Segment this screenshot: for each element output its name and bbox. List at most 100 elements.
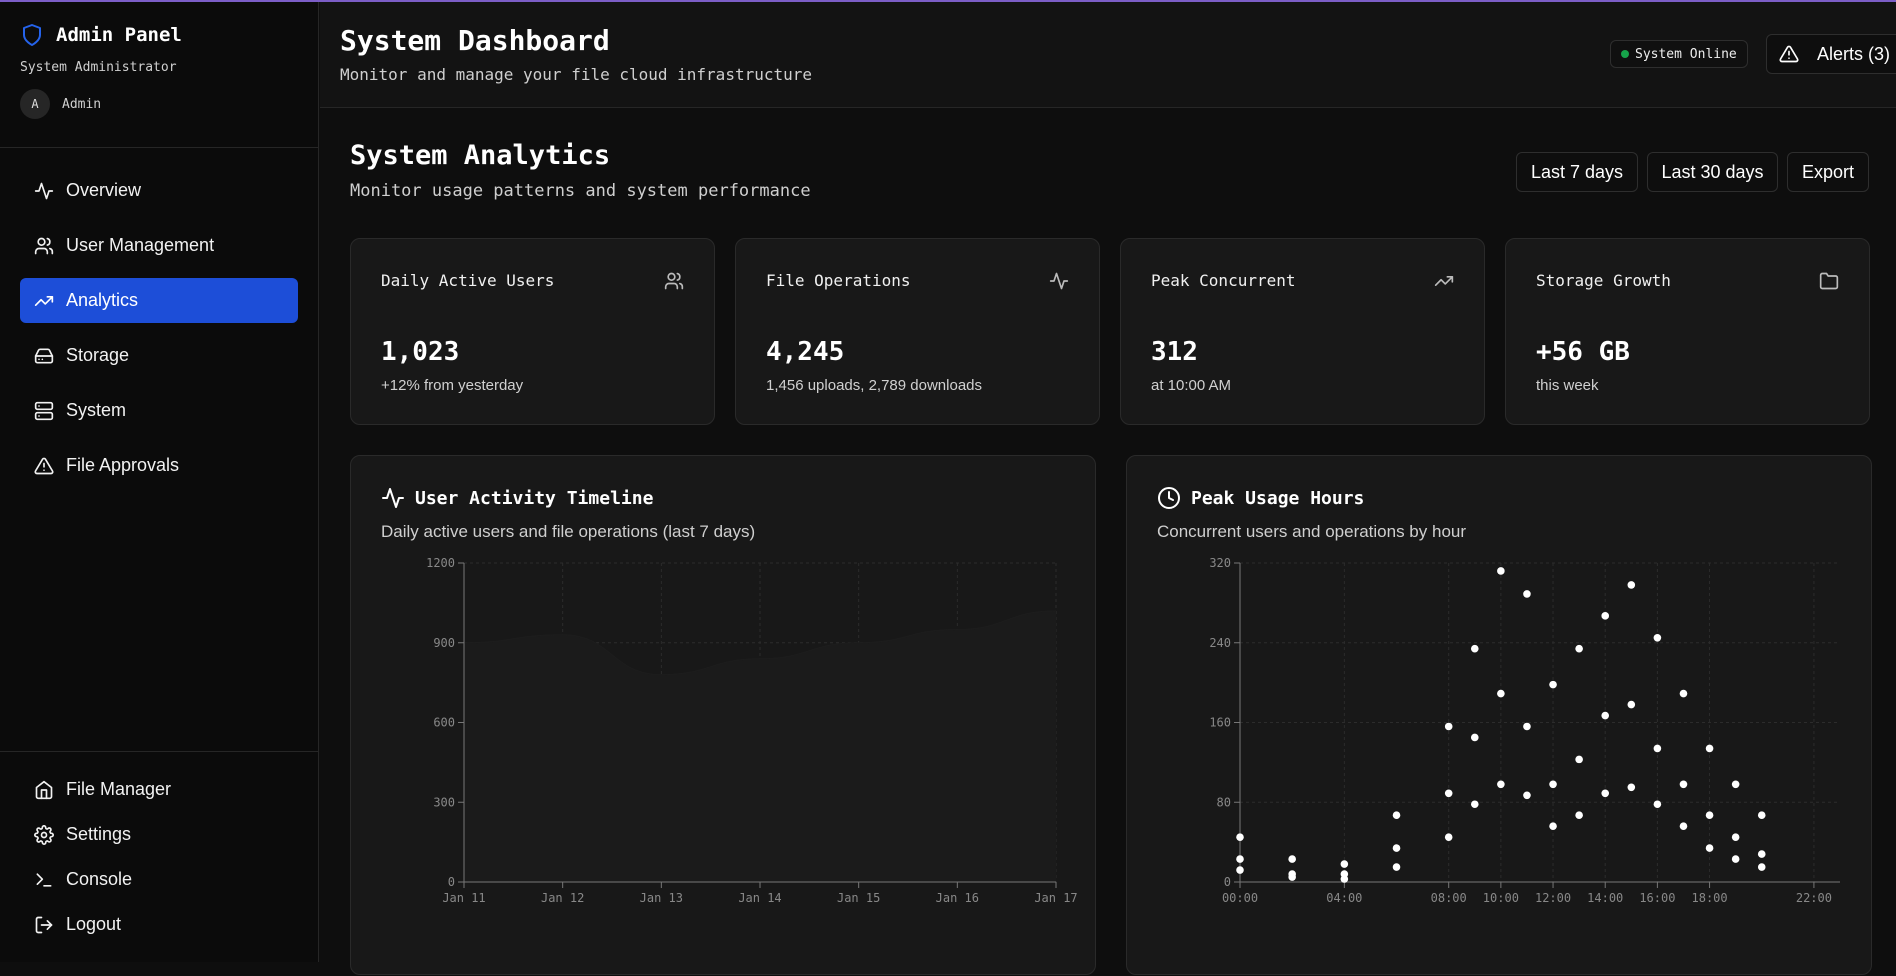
stat-value: +56 GB	[1536, 337, 1630, 367]
nav-item-storage[interactable]: Storage	[20, 333, 298, 378]
clock-icon	[1158, 487, 1180, 509]
nav-label: Storage	[66, 345, 130, 365]
last-7-days-button[interactable]: Last 7 days	[1516, 152, 1638, 192]
scatter-point	[1757, 850, 1766, 858]
stat-value: 4,245	[766, 337, 845, 367]
x-tick-label: 12:00	[1535, 891, 1571, 905]
section-title: System Analytics	[350, 140, 611, 171]
nav-item-overview[interactable]: Overview	[20, 168, 298, 213]
avatar: A	[20, 89, 50, 119]
activity-icon	[34, 182, 54, 199]
scatter-point	[1497, 567, 1505, 575]
stat-title: Peak Concurrent	[1151, 271, 1296, 290]
status-badge: System Online	[1610, 40, 1748, 68]
main-nav: Overview User Management Analytics Stora…	[0, 148, 318, 488]
nav-label: Logout	[66, 914, 122, 934]
scatter-point	[1523, 722, 1531, 731]
home-icon	[35, 780, 53, 799]
activity-icon	[1049, 272, 1069, 290]
export-button[interactable]: Export	[1787, 152, 1869, 192]
x-tick-label: 00:00	[1222, 891, 1258, 905]
shield-icon	[23, 24, 41, 46]
y-tick-label: 160	[1209, 716, 1231, 730]
scatter-point	[1444, 722, 1453, 731]
scatter-point	[1470, 733, 1479, 742]
terminal-icon	[36, 872, 52, 887]
section-subtitle: Monitor usage patterns and system perfor…	[350, 181, 811, 201]
y-tick-label: 1200	[426, 556, 455, 570]
nav-item-file-manager[interactable]: File Manager	[20, 772, 299, 807]
scatter-point	[1627, 581, 1636, 589]
nav-item-console[interactable]: Console	[20, 862, 299, 897]
y-tick-label: 600	[433, 716, 455, 730]
scatter-point	[1497, 689, 1505, 698]
scatter-point	[1731, 855, 1740, 863]
nav-label: Console	[66, 869, 133, 889]
status-text: System Online	[1635, 46, 1737, 62]
scatter-point	[1523, 590, 1531, 598]
nav-label: File Manager	[66, 779, 172, 799]
x-tick-label: 18:00	[1692, 891, 1728, 905]
scatter-point	[1392, 863, 1401, 871]
y-tick-label: 80	[1217, 795, 1231, 809]
y-tick-label: 900	[433, 636, 455, 650]
gear-icon	[34, 824, 54, 845]
top-header: System Dashboard Monitor and manage your…	[320, 2, 1896, 108]
brand-subtitle: System Administrator	[20, 60, 177, 75]
nav-item-system[interactable]: System	[20, 388, 298, 433]
x-tick-label: 16:00	[1639, 891, 1675, 905]
scatter-point	[1705, 744, 1714, 753]
alert-triangle-icon	[1779, 45, 1799, 63]
main-content: System Analytics Monitor usage patterns …	[320, 108, 1896, 975]
stat-value: 1,023	[381, 337, 460, 367]
panel-title: User Activity Timeline	[415, 487, 654, 509]
alerts-button[interactable]: Alerts (3)	[1766, 34, 1896, 74]
hard-drive-icon	[34, 348, 54, 363]
nav-item-user-management[interactable]: User Management	[20, 223, 298, 268]
y-tick-label: 0	[1224, 875, 1231, 889]
y-tick-label: 300	[433, 795, 455, 809]
y-tick-label: 320	[1209, 556, 1231, 570]
scatter-point	[1705, 811, 1714, 820]
scatter-point	[1392, 844, 1401, 852]
stat-note: at 10:00 AM	[1151, 377, 1232, 394]
scatter-point	[1575, 811, 1583, 820]
scatter-point	[1523, 791, 1531, 800]
stat-note: this week	[1536, 377, 1599, 394]
nav-item-logout[interactable]: Logout	[20, 907, 299, 942]
nav-item-file-approvals[interactable]: File Approvals	[20, 443, 298, 488]
user-activity-chart: 0 300 600 900 1200 Jan 11 Jan 12 Jan 13 Jan 14 Ja…	[426, 556, 1078, 905]
scatter-point	[1705, 844, 1714, 852]
scatter-point	[1340, 875, 1349, 883]
x-tick-label: Jan 14	[738, 891, 781, 905]
scatter-point	[1470, 644, 1479, 653]
x-tick-label: Jan 12	[541, 891, 584, 905]
nav-item-analytics[interactable]: Analytics	[20, 278, 298, 323]
current-user[interactable]: A Admin	[20, 89, 298, 119]
scatter-point	[1575, 755, 1583, 764]
server-icon	[34, 401, 54, 420]
scatter-point	[1340, 860, 1349, 868]
scatter-point	[1444, 833, 1453, 841]
x-tick-label: Jan 13	[640, 891, 683, 905]
stat-note: +12% from yesterday	[381, 377, 524, 394]
page-subtitle: Monitor and manage your file cloud infra…	[340, 65, 813, 84]
nav-item-settings[interactable]: Settings	[20, 817, 299, 852]
scatter-point	[1575, 644, 1583, 653]
nav-label: Overview	[66, 180, 142, 200]
nav-label: Settings	[66, 824, 132, 844]
stat-note: 1,456 uploads, 2,789 downloads	[766, 377, 983, 394]
x-tick-label: Jan 15	[837, 891, 880, 905]
stat-value: 312	[1151, 337, 1198, 367]
series-area	[464, 610, 1056, 882]
scatter-point	[1653, 633, 1662, 642]
last-30-days-button[interactable]: Last 30 days	[1647, 152, 1778, 192]
scatter-point	[1731, 780, 1740, 789]
panel-subtitle: Concurrent users and operations by hour	[1157, 522, 1467, 541]
x-tick-label: Jan 16	[936, 891, 979, 905]
user-name: Admin	[62, 96, 102, 112]
scatter-point	[1236, 855, 1244, 863]
nav-label: Analytics	[66, 290, 139, 310]
stat-title: File Operations	[766, 271, 911, 290]
scatter-point	[1653, 744, 1662, 753]
